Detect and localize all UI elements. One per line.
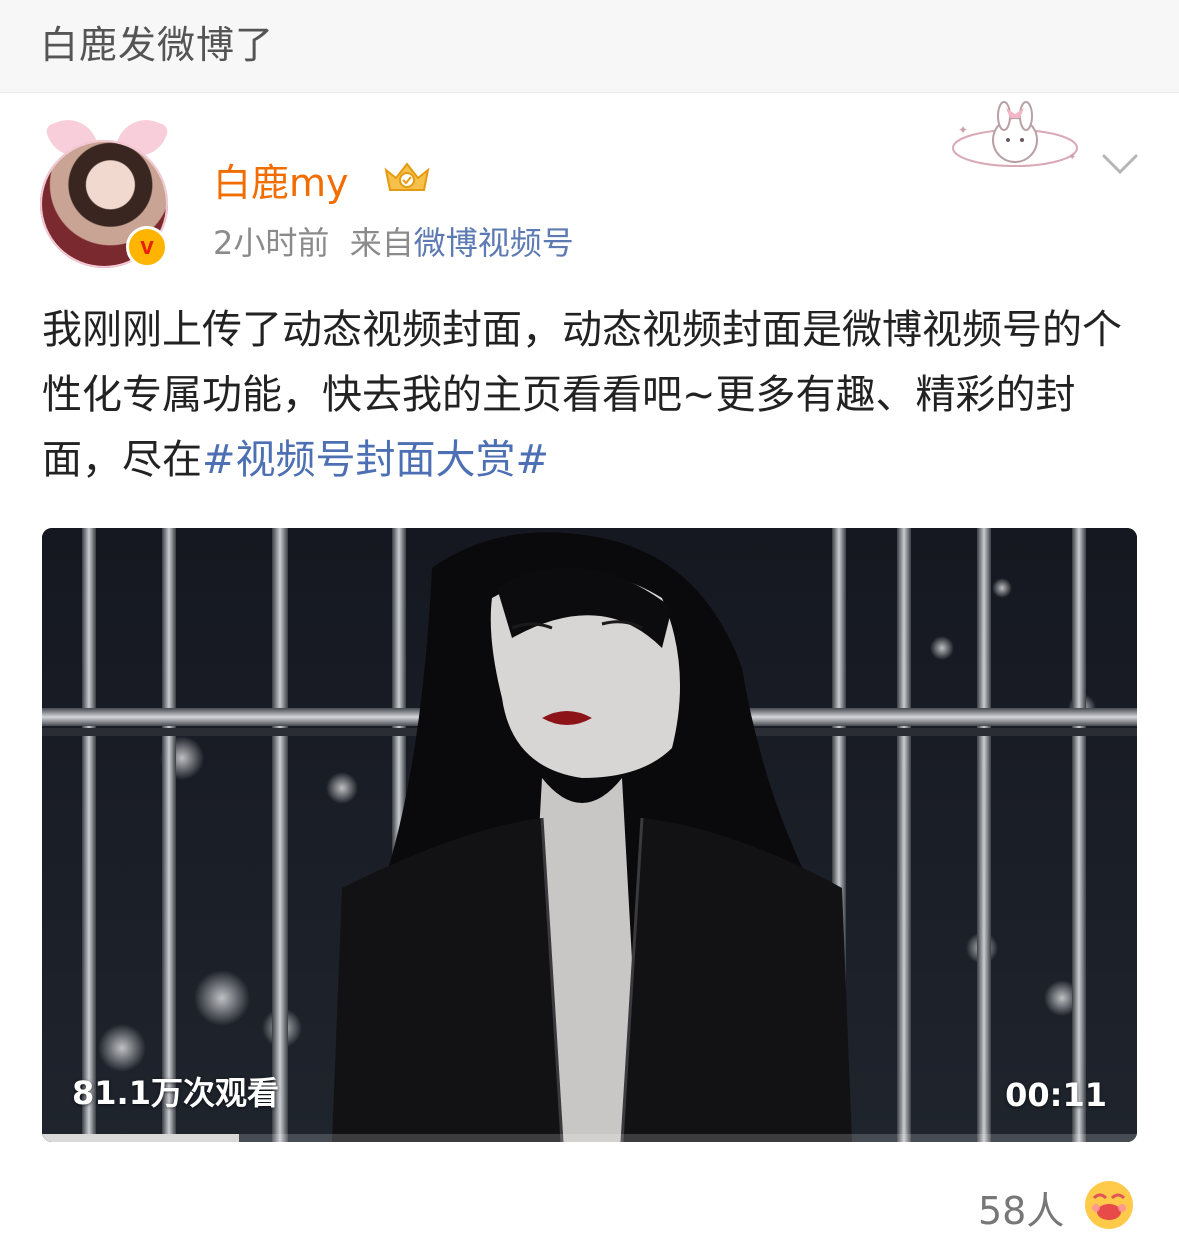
verified-badge-icon: v xyxy=(126,226,168,268)
bunny-sticker-icon: ✦✦ xyxy=(952,101,1078,167)
crown-member-icon[interactable] xyxy=(382,158,432,194)
post-body: 我刚刚上传了动态视频封面，动态视频封面是微博视频号的个性化专属功能，快去我的主页… xyxy=(42,298,1142,493)
reaction-count[interactable]: 58人 xyxy=(978,1180,1064,1235)
post-meta: 2小时前 来自微博视频号 xyxy=(213,218,574,264)
post-time: 2小时前 xyxy=(213,224,330,262)
video-progress-fill xyxy=(42,1134,240,1142)
svg-text:✦: ✦ xyxy=(958,123,968,137)
hashtag-link[interactable]: #视频号封面大赏# xyxy=(202,437,549,483)
page-title: 白鹿发微博了 xyxy=(40,23,275,67)
video-progress-bar[interactable] xyxy=(42,1134,1137,1142)
top-bar: 白鹿发微博了 xyxy=(0,0,1179,93)
username[interactable]: 白鹿my xyxy=(213,152,349,207)
video-duration: 00:11 xyxy=(1005,1076,1107,1114)
video-thumbnail xyxy=(42,528,1137,1142)
reaction-emoji-icon[interactable] xyxy=(1082,1178,1136,1232)
source-link[interactable]: 微博视频号 xyxy=(414,224,574,262)
view-count: 81.1万次观看 xyxy=(72,1074,279,1112)
source-prefix: 来自 xyxy=(349,224,414,262)
chevron-down-icon[interactable] xyxy=(1100,150,1140,178)
svg-text:✦: ✦ xyxy=(1068,152,1076,163)
video-player[interactable]: 81.1万次观看 00:11 xyxy=(42,528,1137,1142)
